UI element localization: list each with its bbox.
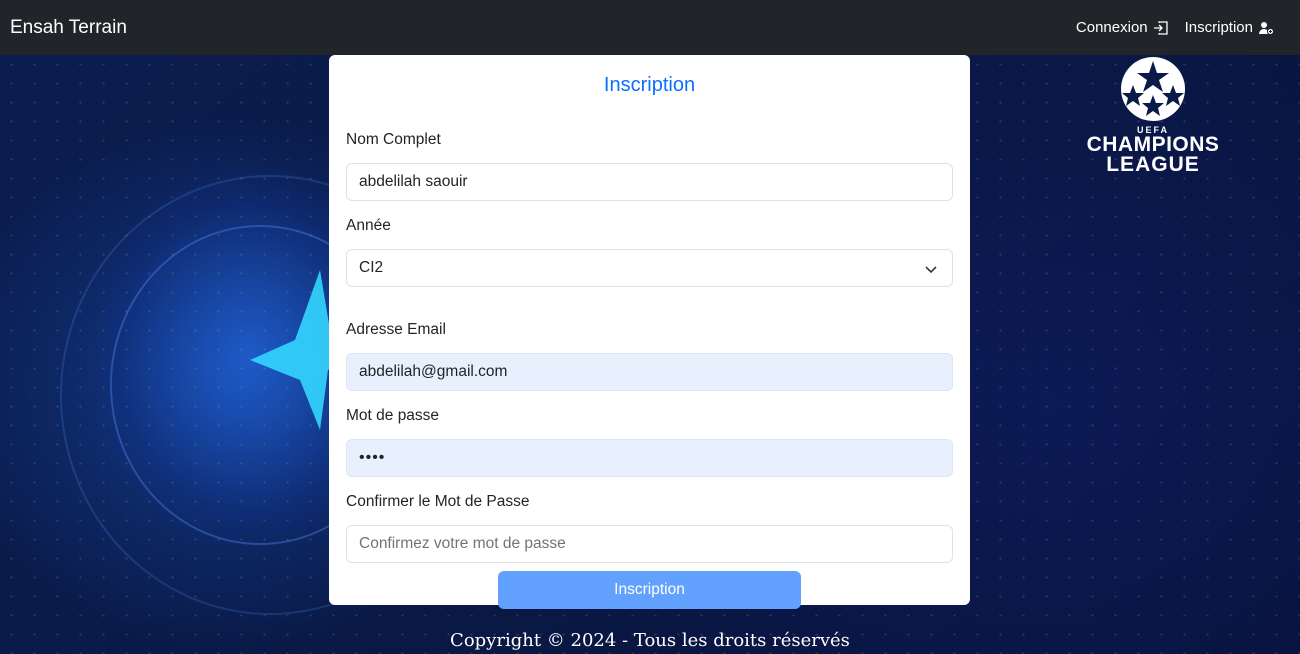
email-input[interactable]: abdelilah@gmail.com	[346, 353, 953, 391]
starball-icon	[1121, 57, 1185, 121]
password-input[interactable]: ••••	[346, 439, 953, 477]
year-select[interactable]: CI2	[346, 249, 953, 287]
password-label: Mot de passe	[346, 407, 440, 424]
year-label: Année	[346, 217, 391, 234]
logo-league: LEAGUE	[1106, 153, 1200, 176]
footer-copyright: Copyright © 2024 - Tous les droits réser…	[450, 630, 850, 651]
brand[interactable]: Ensah Terrain	[10, 17, 127, 39]
nav-link-label: Inscription	[1184, 19, 1253, 36]
nav-link-label: Connexion	[1075, 19, 1148, 36]
nav-links: Connexion Inscription	[1076, 19, 1290, 36]
user-plus-icon	[1259, 21, 1274, 35]
year-value: CI2	[359, 259, 384, 276]
champions-league-logo: UEFA CHAMPIONS LEAGUE	[1078, 55, 1228, 195]
confirm-password-input[interactable]: Confirmez votre mot de passe	[346, 525, 953, 563]
full-name-input[interactable]: abdelilah saouir	[346, 163, 953, 201]
chevron-down-icon	[925, 266, 937, 274]
nav-link-connexion[interactable]: Connexion	[1076, 19, 1169, 36]
navbar: Ensah Terrain Connexion Inscription	[0, 0, 1300, 55]
name-label: Nom Complet	[346, 131, 441, 148]
email-label: Adresse Email	[346, 321, 446, 338]
full-name-value: abdelilah saouir	[359, 173, 468, 190]
login-icon	[1153, 20, 1168, 35]
logo-champions: CHAMPIONS	[1086, 133, 1220, 156]
submit-button[interactable]: Inscription	[498, 571, 801, 609]
nav-link-inscription[interactable]: Inscription	[1185, 19, 1274, 36]
confirm-password-placeholder: Confirmez votre mot de passe	[359, 535, 566, 552]
confirm-password-label: Confirmer le Mot de Passe	[346, 493, 530, 510]
form-title: Inscription	[603, 74, 696, 96]
email-value: abdelilah@gmail.com	[359, 363, 508, 380]
registration-card: Inscription Nom Complet abdelilah saouir…	[329, 55, 970, 609]
password-value: ••••	[359, 449, 386, 466]
